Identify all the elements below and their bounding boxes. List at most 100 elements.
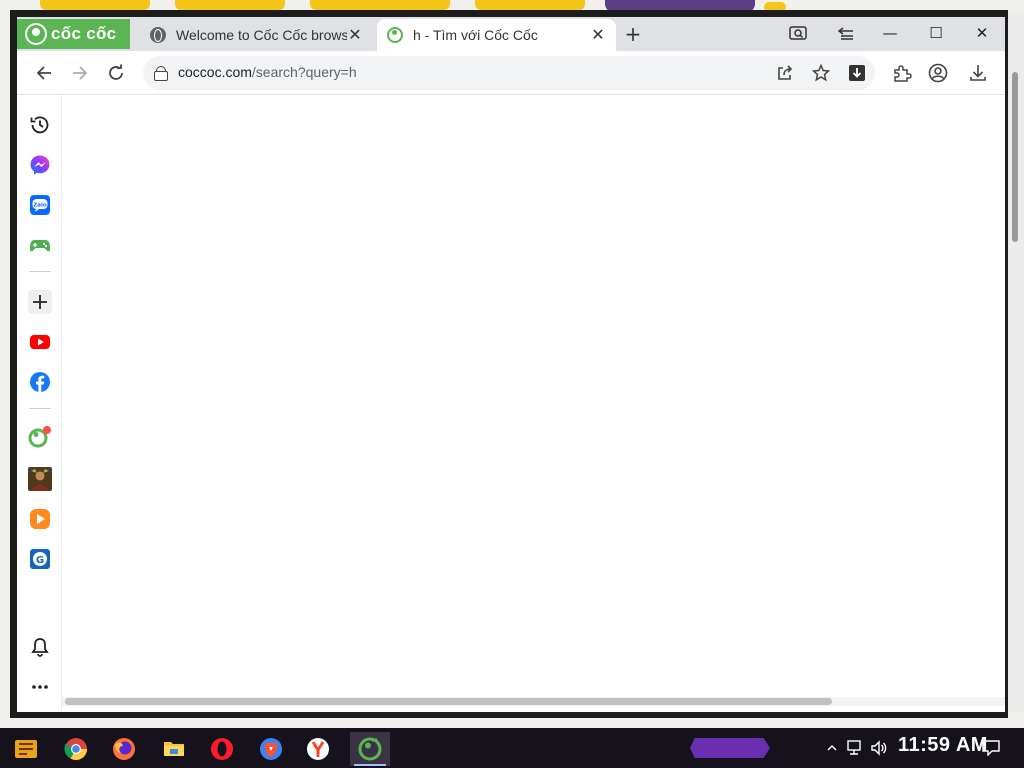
coccoc-icon: [387, 27, 403, 43]
taskbar-decoration: [690, 738, 770, 758]
background-window-scrollbar: [1006, 12, 1024, 718]
url-host: coccoc.com: [178, 64, 252, 80]
taskbar-firefox[interactable]: [104, 732, 144, 766]
tab-strip: cốc cốc Welcome to Cốc Cốc brows ✕ h - T…: [17, 17, 1005, 51]
firefox-icon: [113, 738, 135, 760]
horizontal-scrollbar[interactable]: [62, 697, 1005, 706]
background-window-tab: [310, 0, 450, 10]
download-box-icon: [849, 65, 865, 81]
maximize-button[interactable]: ☐: [913, 17, 959, 49]
background-window-tab: [175, 0, 285, 10]
coccoc-brand-button[interactable]: cốc cốc: [17, 19, 130, 49]
tab-close-button[interactable]: ✕: [590, 25, 606, 45]
taskbar-chrome[interactable]: [56, 732, 96, 766]
notification-center-button[interactable]: [982, 736, 1000, 760]
profile-icon: [928, 63, 948, 83]
sidebar-item-youtube[interactable]: [28, 330, 52, 354]
game-thumbnail-icon: [28, 467, 52, 491]
forward-button[interactable]: [66, 59, 94, 87]
tab-search-active[interactable]: h - Tìm với Cốc Cốc ✕: [377, 19, 616, 51]
share-button[interactable]: [771, 59, 799, 87]
reload-icon: [109, 64, 123, 80]
forward-arrow-icon: [73, 66, 88, 80]
start-icon: [15, 740, 37, 758]
browser-frame: cốc cốc Welcome to Cốc Cốc brows ✕ h - T…: [17, 17, 1005, 712]
browser-toolbar: coccoc.com/search?query=h: [17, 51, 1005, 95]
start-button[interactable]: [6, 732, 46, 766]
play-icon: [30, 509, 50, 529]
minimize-button[interactable]: —: [867, 17, 913, 49]
url-path: /search?query=h: [251, 64, 357, 80]
network-icon: [847, 740, 861, 755]
sidebar-item-facebook[interactable]: [28, 370, 52, 394]
coccoc-icon: [28, 426, 51, 448]
tab-switch-icon: [837, 27, 853, 40]
tab-welcome[interactable]: Welcome to Cốc Cốc brows ✕: [140, 19, 373, 51]
g-app-label: G: [36, 555, 44, 566]
facebook-icon: [30, 372, 50, 392]
back-arrow-icon: [36, 66, 51, 80]
taskbar-brave[interactable]: [251, 732, 291, 766]
speaker-icon: [871, 740, 887, 756]
taskbar-opera[interactable]: [202, 732, 242, 766]
taskbar-coccoc[interactable]: [350, 732, 390, 766]
sidebar: Zalo G: [17, 95, 62, 712]
tab-close-button[interactable]: ✕: [347, 25, 363, 45]
messenger-icon: [30, 155, 50, 175]
taskbar-yandex[interactable]: [298, 732, 338, 766]
profile-button[interactable]: [924, 59, 952, 87]
tray-overflow-button[interactable]: [827, 736, 837, 760]
opera-icon: [211, 738, 233, 760]
yandex-icon: [307, 738, 329, 760]
chrome-icon: [64, 738, 87, 760]
globe-icon: [150, 27, 166, 43]
taskbar-file-explorer[interactable]: [154, 732, 194, 766]
page-download-button[interactable]: [843, 59, 871, 87]
g-app-icon: G: [30, 549, 50, 569]
scrollbar-thumb: [1012, 72, 1018, 242]
address-bar[interactable]: coccoc.com/search?query=h: [143, 56, 875, 90]
sidebar-item-coccoc-app[interactable]: [28, 425, 52, 449]
history-icon: [30, 116, 49, 134]
sidebar-item-notifications[interactable]: [28, 635, 52, 659]
lock-icon: [154, 66, 168, 81]
downloads-button[interactable]: [964, 59, 992, 87]
sidebar-item-games[interactable]: [28, 233, 52, 257]
new-tab-button[interactable]: +: [622, 23, 644, 45]
sidebar-item-zalo[interactable]: Zalo: [28, 193, 52, 217]
page-content[interactable]: [62, 95, 1005, 693]
search-tabs-button[interactable]: [775, 17, 821, 49]
url-text[interactable]: coccoc.com/search?query=h: [178, 64, 357, 80]
youtube-icon: [30, 335, 50, 349]
network-button[interactable]: [846, 736, 864, 760]
sidebar-item-history[interactable]: [28, 113, 52, 137]
sidebar-more-button[interactable]: [28, 675, 52, 699]
extensions-button[interactable]: [888, 59, 916, 87]
sidebar-item-messenger[interactable]: [28, 153, 52, 177]
background-window-tab: [40, 0, 150, 10]
search-tabs-icon: [789, 26, 807, 40]
sidebar-divider: [29, 271, 51, 272]
zalo-label: Zalo: [33, 203, 47, 209]
sidebar-divider: [29, 408, 51, 409]
taskbar-clock[interactable]: 11:59 AM: [898, 734, 988, 757]
gamepad-icon: [29, 240, 51, 252]
scrollbar-thumb[interactable]: [65, 698, 832, 705]
bookmark-star-button[interactable]: [807, 59, 835, 87]
sidebar-add-button[interactable]: [28, 290, 52, 314]
browser-window: cốc cốc Welcome to Cốc Cốc brows ✕ h - T…: [10, 10, 1008, 718]
star-icon: [812, 64, 830, 82]
bell-icon: [31, 638, 49, 657]
sidebar-item-game-avatar[interactable]: [28, 467, 52, 491]
sidebar-item-g-app[interactable]: G: [28, 547, 52, 571]
reload-button[interactable]: [102, 59, 130, 87]
close-window-button[interactable]: ✕: [959, 17, 1005, 49]
more-icon: [32, 685, 48, 689]
tab-title: Welcome to Cốc Cốc brows: [176, 27, 347, 43]
volume-button[interactable]: [870, 736, 888, 760]
coccoc-icon: [358, 737, 382, 761]
download-icon: [970, 65, 986, 81]
back-button[interactable]: [30, 59, 58, 87]
sidebar-item-video[interactable]: [28, 507, 52, 531]
tab-switch-button[interactable]: [823, 17, 869, 49]
